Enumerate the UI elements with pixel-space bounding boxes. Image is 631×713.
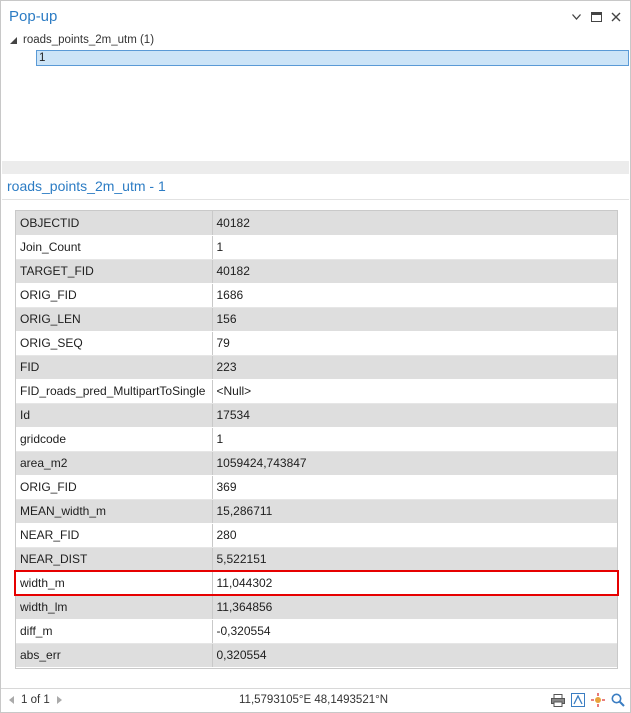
maximize-icon[interactable]	[588, 9, 604, 25]
field-value[interactable]: 223	[212, 355, 617, 380]
table-row[interactable]: ORIG_FID 369	[16, 475, 617, 500]
field-value[interactable]: 0,320554	[212, 643, 617, 668]
table-row[interactable]: TARGET_FID 40182	[16, 259, 617, 284]
field-name: FID	[16, 355, 213, 380]
tree-feature-item[interactable]: 1	[36, 50, 629, 66]
field-value[interactable]: -0,320554	[212, 619, 617, 644]
field-name: ORIG_FID	[16, 283, 213, 308]
next-icon[interactable]	[56, 695, 64, 705]
field-value[interactable]: 280	[212, 523, 617, 548]
zoom-to-icon[interactable]	[570, 692, 586, 708]
field-name: diff_m	[16, 619, 213, 644]
field-value[interactable]: 11,364856	[212, 595, 617, 620]
tree-layer-label: roads_points_2m_utm (1)	[23, 34, 155, 46]
table-row[interactable]: diff_m -0,320554	[16, 619, 617, 644]
page-info: 1 of 1	[21, 694, 50, 706]
pan-to-icon[interactable]	[610, 692, 626, 708]
field-value[interactable]: 15,286711	[212, 499, 617, 524]
field-value[interactable]: 11,044302	[212, 571, 617, 596]
divider	[2, 199, 629, 200]
table-row[interactable]: FID_roads_pred_MultipartToSingle <Null>	[16, 379, 617, 404]
field-value[interactable]: 79	[212, 331, 617, 356]
feature-title: roads_points_2m_utm - 1	[7, 178, 166, 194]
field-value[interactable]: 40182	[212, 211, 617, 236]
table-row[interactable]: Id 17534	[16, 403, 617, 428]
field-value[interactable]: 369	[212, 475, 617, 500]
table-row[interactable]: area_m2 1059424,743847	[16, 451, 617, 476]
field-value[interactable]: 1059424,743847	[212, 451, 617, 476]
field-name: NEAR_FID	[16, 523, 213, 548]
print-icon[interactable]	[550, 692, 566, 708]
table-row[interactable]: ORIG_SEQ 79	[16, 331, 617, 356]
table-row[interactable]: NEAR_FID 280	[16, 523, 617, 548]
table-row[interactable]: ORIG_LEN 156	[16, 307, 617, 332]
field-name: FID_roads_pred_MultipartToSingle	[16, 379, 213, 404]
field-value[interactable]: 17534	[212, 403, 617, 428]
field-name: ORIG_FID	[16, 475, 213, 500]
field-name: ORIG_LEN	[16, 307, 213, 332]
field-value[interactable]: 1	[212, 235, 617, 260]
window-controls	[568, 9, 624, 25]
table-row[interactable]: ORIG_FID 1686	[16, 283, 617, 308]
field-name: OBJECTID	[16, 211, 213, 236]
field-value[interactable]: 5,522151	[212, 547, 617, 572]
table-row[interactable]: Join_Count 1	[16, 235, 617, 260]
flash-icon[interactable]	[590, 692, 606, 708]
close-icon[interactable]	[608, 9, 624, 25]
field-name: Id	[16, 403, 213, 428]
tree-layer-node[interactable]: roads_points_2m_utm (1)	[9, 34, 154, 46]
pane-splitter[interactable]	[2, 161, 629, 174]
field-name: width_lm	[16, 595, 213, 620]
status-bar: 1 of 1 11,5793105°E 48,1493521°N	[1, 688, 630, 712]
popup-pane: Pop-up roads_points_2m_utm (1) 1 roads_p…	[0, 0, 631, 713]
coordinates-readout: 11,5793105°E 48,1493521°N	[239, 694, 389, 706]
field-value[interactable]: 40182	[212, 259, 617, 284]
table-row[interactable]: width_lm 11,364856	[16, 595, 617, 620]
field-value[interactable]: 156	[212, 307, 617, 332]
chevron-down-icon[interactable]	[568, 9, 584, 25]
field-name: TARGET_FID	[16, 259, 213, 284]
field-value[interactable]: <Null>	[212, 379, 617, 404]
field-name: NEAR_DIST	[16, 547, 213, 572]
field-name: ORIG_SEQ	[16, 331, 213, 356]
table-row[interactable]: gridcode 1	[16, 427, 617, 452]
table-row[interactable]: NEAR_DIST 5,522151	[16, 547, 617, 572]
pane-title: Pop-up	[9, 8, 58, 25]
field-name: width_m	[16, 571, 213, 596]
field-value[interactable]: 1686	[212, 283, 617, 308]
field-name: gridcode	[16, 427, 213, 452]
status-tools	[550, 692, 626, 708]
caret-expanded-icon[interactable]	[9, 36, 18, 45]
table-row[interactable]: abs_err 0,320554	[16, 643, 617, 668]
titlebar: Pop-up	[1, 1, 630, 33]
table-row[interactable]: OBJECTID 40182	[16, 211, 617, 236]
table-row[interactable]: width_m 11,044302	[16, 571, 617, 596]
field-name: MEAN_width_m	[16, 499, 213, 524]
record-navigator: 1 of 1	[7, 694, 64, 706]
field-name: Join_Count	[16, 235, 213, 260]
attribute-table: OBJECTID 40182 Join_Count 1 TARGET_FID 40182 O…	[15, 210, 618, 669]
previous-icon[interactable]	[7, 695, 15, 705]
table-row[interactable]: MEAN_width_m 15,286711	[16, 499, 617, 524]
table-row[interactable]: FID 223	[16, 355, 617, 380]
feature-tree: roads_points_2m_utm (1) 1	[1, 33, 630, 161]
field-name: area_m2	[16, 451, 213, 476]
field-name: abs_err	[16, 643, 213, 668]
field-value[interactable]: 1	[212, 427, 617, 452]
